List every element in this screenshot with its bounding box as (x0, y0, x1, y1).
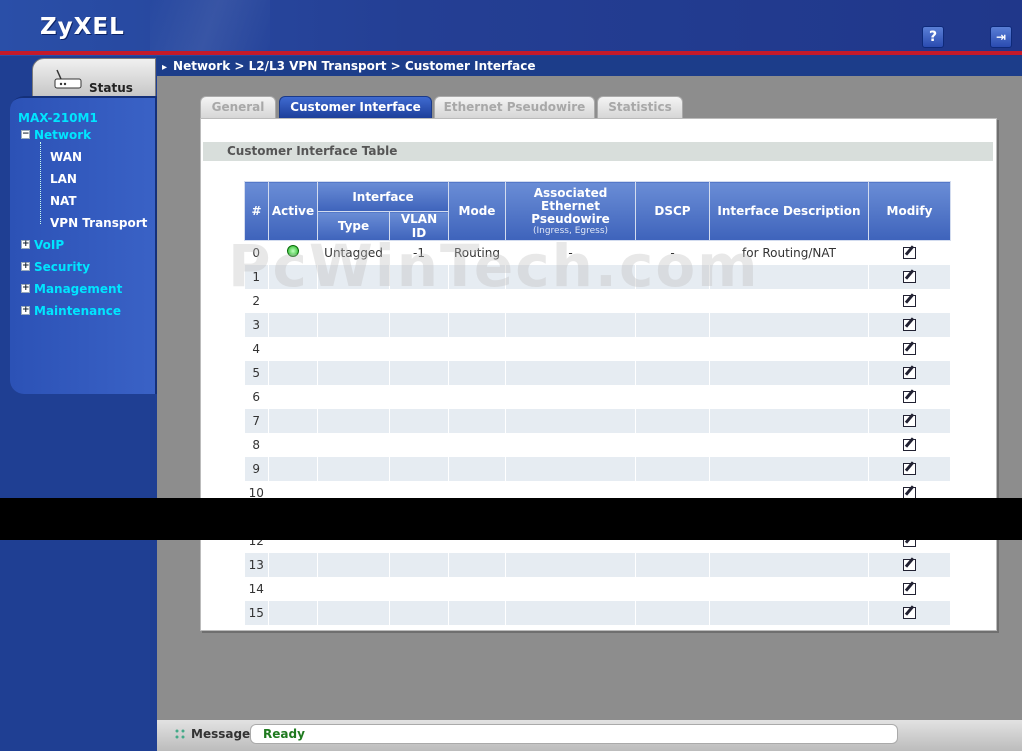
edit-icon[interactable] (902, 605, 917, 619)
table-row: 8 (244, 432, 951, 457)
row-num: 14 (244, 576, 269, 601)
modify-cell[interactable] (868, 384, 951, 409)
edit-icon[interactable] (902, 389, 917, 403)
col-interface: Interface (317, 181, 449, 212)
sidebar-item-network[interactable]: Network (34, 128, 91, 142)
tab-customer-interface[interactable]: Customer Interface (279, 96, 432, 118)
modify-cell[interactable] (868, 240, 951, 265)
edit-icon[interactable] (902, 461, 917, 475)
help-icon[interactable]: ? (922, 26, 944, 48)
modify-cell[interactable] (868, 288, 951, 313)
message-label: Message (191, 727, 251, 741)
row-num: 6 (244, 384, 269, 409)
sidebar-item-security[interactable]: Security (34, 260, 90, 274)
modify-cell[interactable] (868, 432, 951, 457)
tree-line (40, 142, 41, 224)
row-num: 7 (244, 408, 269, 433)
row-num: 4 (244, 336, 269, 361)
edit-icon[interactable] (902, 365, 917, 379)
breadcrumb-text: Network > L2/L3 VPN Transport > Customer… (173, 59, 536, 73)
modify-cell[interactable] (868, 360, 951, 385)
table-row: 5 (244, 360, 951, 385)
expand-management-icon[interactable]: + (21, 284, 30, 293)
edit-icon[interactable] (902, 437, 917, 451)
row-num: 5 (244, 360, 269, 385)
modify-cell[interactable] (868, 264, 951, 289)
sidebar-item-nat[interactable]: NAT (50, 194, 77, 208)
message-box (250, 724, 898, 744)
sidebar-item-lan[interactable]: LAN (50, 172, 77, 186)
row-num: 9 (244, 456, 269, 481)
zyxel-logo: ZyXEL (40, 14, 125, 40)
device-name: MAX-210M1 (18, 111, 98, 125)
sidebar-item-wan[interactable]: WAN (50, 150, 82, 164)
modify-cell[interactable] (868, 600, 951, 625)
table-row: 15 (244, 600, 951, 625)
table-row: 9 (244, 456, 951, 481)
col-modify: Modify (868, 181, 951, 241)
expand-voip-icon[interactable]: + (21, 240, 30, 249)
table-row: 6 (244, 384, 951, 409)
col-assoc-label: Associated Ethernet Pseudowire (531, 185, 610, 226)
expand-maintenance-icon[interactable]: + (21, 306, 30, 315)
edit-icon[interactable] (902, 245, 917, 259)
watermark: PcWinTech.com (228, 232, 760, 300)
redaction-bar (0, 498, 1022, 540)
table-row: 14 (244, 576, 951, 601)
edit-icon[interactable] (902, 485, 917, 499)
table-row: 3 (244, 312, 951, 337)
row-num: 15 (244, 600, 269, 625)
edit-icon[interactable] (902, 557, 917, 571)
sidebar-item-vpn-transport[interactable]: VPN Transport (50, 216, 147, 230)
modify-cell[interactable] (868, 576, 951, 601)
row-num: 8 (244, 432, 269, 457)
table-row: 7 (244, 408, 951, 433)
edit-icon[interactable] (902, 293, 917, 307)
edit-icon[interactable] (902, 317, 917, 331)
sidebar-item-management[interactable]: Management (34, 282, 122, 296)
collapse-network-icon[interactable]: − (21, 130, 30, 139)
modify-cell[interactable] (868, 336, 951, 361)
edit-icon[interactable] (902, 581, 917, 595)
message-status: Ready (263, 727, 305, 741)
modify-cell[interactable] (868, 552, 951, 577)
table-row: 4 (244, 336, 951, 361)
row-num: 13 (244, 552, 269, 577)
status-label: Status (89, 81, 133, 95)
sidebar-item-voip[interactable]: VoIP (34, 238, 64, 252)
row-num: 3 (244, 312, 269, 337)
edit-icon[interactable] (902, 413, 917, 427)
logo-swoosh (150, 0, 270, 51)
edit-icon[interactable] (902, 269, 917, 283)
header-divider (0, 51, 1022, 55)
logout-icon[interactable]: ⇥ (990, 26, 1012, 48)
tab-ethernet-pseudowire[interactable]: Ethernet Pseudowire (434, 96, 595, 118)
sidebar-item-maintenance[interactable]: Maintenance (34, 304, 121, 318)
modify-cell[interactable] (868, 408, 951, 433)
modify-cell[interactable] (868, 456, 951, 481)
table-row: 13 (244, 552, 951, 577)
message-dots-icon (175, 729, 185, 739)
modify-cell[interactable] (868, 312, 951, 337)
breadcrumb-arrow-icon: ▸ (162, 62, 168, 73)
router-icon (54, 69, 82, 89)
table-title: Customer Interface Table (203, 142, 993, 161)
tab-statistics[interactable]: Statistics (597, 96, 683, 118)
expand-security-icon[interactable]: + (21, 262, 30, 271)
breadcrumb: ▸ Network > L2/L3 VPN Transport > Custome… (162, 59, 536, 73)
tab-general[interactable]: General (200, 96, 276, 118)
edit-icon[interactable] (902, 341, 917, 355)
